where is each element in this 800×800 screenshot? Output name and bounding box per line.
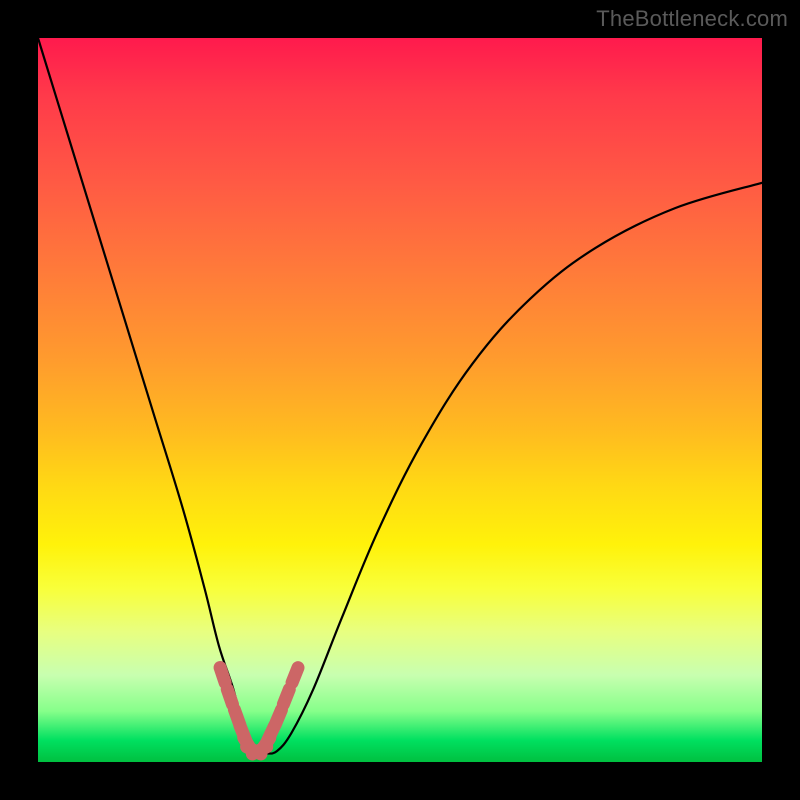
plot-area [38,38,762,762]
bottleneck-curve [38,38,762,754]
trough-marker [283,689,289,704]
watermark-text: TheBottleneck.com [596,6,788,32]
trough-marker [292,668,298,683]
trough-marker [227,689,232,704]
trough-marker [220,668,225,683]
trough-marker [275,710,281,725]
curve-layer [38,38,762,762]
chart-frame: TheBottleneck.com [0,0,800,800]
